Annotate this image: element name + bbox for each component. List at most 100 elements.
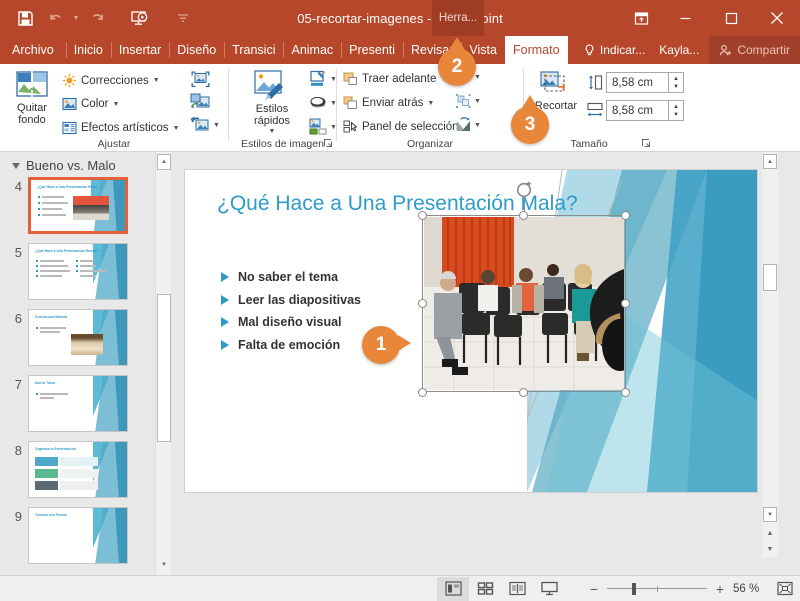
slide-thumbnail-4[interactable]: ¿Qué Hace a Una Presentación Mala? <box>28 177 128 234</box>
shape-height-field[interactable]: 8,58 cm ▲ ▼ <box>584 72 684 93</box>
vista-de-lectura-button[interactable] <box>501 577 533 601</box>
tab-formato[interactable]: Formato <box>504 36 568 64</box>
resize-handle-n[interactable] <box>519 211 528 220</box>
account-name[interactable]: Kayla... <box>659 43 709 57</box>
tamano-dialog-launcher[interactable] <box>641 138 652 149</box>
traer-adelante-button[interactable]: Traer adelante ▼ <box>343 72 447 86</box>
scroll-up-icon[interactable]: ▲ <box>763 154 777 169</box>
tab-diseno[interactable]: Diseño <box>169 36 224 64</box>
zoom-level-label[interactable]: 56 % <box>733 583 767 595</box>
chevron-down-icon[interactable]: ▼ <box>269 128 276 135</box>
scrollbar-thumb[interactable] <box>157 294 171 442</box>
rotate-handle-icon[interactable] <box>515 180 533 198</box>
presentacion-con-diapositivas-button[interactable] <box>533 577 565 601</box>
slide-thumbnail-6[interactable]: Cuenta una Historia <box>28 309 128 366</box>
chevron-down-icon[interactable] <box>12 162 20 169</box>
estilos-rapidos-button[interactable]: Estilos rápidos ▼ <box>241 69 303 135</box>
resize-handle-ne[interactable] <box>621 211 630 220</box>
girar-button[interactable]: ▼ <box>455 117 481 133</box>
estilos-de-imagen-dialog-launcher[interactable] <box>323 138 334 149</box>
list-item[interactable]: 6 Cuenta una Historia <box>6 309 154 366</box>
contextual-tab-label[interactable]: Herra... <box>432 0 484 36</box>
quitar-fondo-button[interactable]: Quitar fondo <box>6 70 58 127</box>
shape-height-spinner[interactable]: ▲ ▼ <box>669 72 684 93</box>
list-item[interactable]: 7 Haz tu Tarea <box>6 375 154 432</box>
scroll-up-icon[interactable]: ▲ <box>157 154 171 170</box>
resize-handle-s[interactable] <box>519 388 528 397</box>
tab-presentacion[interactable]: Presenti <box>341 36 403 64</box>
close-button[interactable] <box>754 0 800 36</box>
shape-width-spinner[interactable]: ▲ ▼ <box>669 100 684 121</box>
resize-handle-nw[interactable] <box>418 211 427 220</box>
tab-archivo[interactable]: Archivo <box>0 36 66 64</box>
resize-handle-se[interactable] <box>621 388 630 397</box>
chevron-down-icon[interactable]: ▼ <box>112 101 119 108</box>
save-icon[interactable] <box>10 3 40 33</box>
shape-height-value[interactable]: 8,58 cm <box>606 72 669 93</box>
minimize-button[interactable] <box>662 0 708 36</box>
list-item[interactable]: 5 ¿Qué Hace a Una Presentación Buena? <box>6 243 154 300</box>
slide-thumbnail-9[interactable]: Termina con Fuerza <box>28 507 128 564</box>
current-slide[interactable]: ¿Qué Hace a Una Presentación Mala? No sa… <box>185 170 757 492</box>
cambiar-imagen-button[interactable] <box>190 93 211 112</box>
comprimir-imagen-button[interactable] <box>190 70 211 89</box>
customize-qat-icon[interactable] <box>168 3 198 33</box>
slide-thumbnail-8[interactable]: Organiza tu Presentación <box>28 441 128 498</box>
previous-slide-icon[interactable]: ▲ <box>763 526 777 540</box>
list-item[interactable]: 8 Organiza tu Presentación <box>6 441 154 498</box>
correcciones-button[interactable]: Correcciones ▼ <box>62 73 160 88</box>
contorno-de-imagen-button[interactable]: ▼ <box>309 70 337 88</box>
color-button[interactable]: Color ▼ <box>62 97 119 111</box>
chevron-down-icon[interactable]: ▼ <box>474 122 481 129</box>
chevron-down-icon[interactable]: ▼ <box>474 98 481 105</box>
thumbnail-scrollbar[interactable]: ▲ ▼ <box>155 152 171 575</box>
enviar-atras-button[interactable]: Enviar atrás ▼ <box>343 96 434 110</box>
tell-me-box[interactable]: Indicar... <box>584 43 659 57</box>
chevron-down-icon[interactable]: ▼ <box>173 125 180 132</box>
next-slide-icon[interactable]: ▼ <box>763 542 777 556</box>
undo-dropdown-caret[interactable]: ▼ <box>70 3 82 33</box>
start-slideshow-icon[interactable] <box>124 3 154 33</box>
shape-width-field[interactable]: 8,58 cm ▲ ▼ <box>584 100 684 121</box>
chevron-down-icon[interactable]: ▼ <box>153 77 160 84</box>
spinner-down-icon[interactable]: ▼ <box>673 112 679 118</box>
list-item[interactable]: 4 ¿Qué Hace a Una Presentación Mala? <box>6 177 154 234</box>
chevron-down-icon[interactable]: ▼ <box>474 74 481 81</box>
scroll-down-icon[interactable]: ▼ <box>157 557 171 573</box>
redo-icon[interactable] <box>82 3 112 33</box>
canvas-scrollbar[interactable]: ▲ ▼ ▲ ▼ <box>762 152 778 557</box>
list-item[interactable]: 9 Termina con Fuerza <box>6 507 154 564</box>
agrupar-button[interactable]: ▼ <box>455 93 481 109</box>
spinner-up-icon[interactable]: ▲ <box>673 104 679 110</box>
slide-thumbnail-7[interactable]: Haz tu Tarea <box>28 375 128 432</box>
panel-de-seleccion-button[interactable]: Panel de selección <box>343 120 459 134</box>
scroll-down-icon[interactable]: ▼ <box>763 507 777 522</box>
chevron-down-icon[interactable]: ▼ <box>427 100 434 107</box>
resize-handle-e[interactable] <box>621 299 630 308</box>
ribbon-display-options-icon[interactable] <box>620 0 662 36</box>
scrollbar-thumb[interactable] <box>763 264 777 291</box>
efectos-artisticos-button[interactable]: Efectos artísticos ▼ <box>62 121 180 135</box>
efectos-de-imagen-button[interactable]: ▼ <box>309 94 337 112</box>
zoom-slider[interactable] <box>607 582 707 595</box>
clasificador-de-diapositivas-button[interactable] <box>469 577 501 601</box>
tab-insertar[interactable]: Insertar <box>110 36 169 64</box>
share-button[interactable]: Compartir <box>709 36 800 64</box>
tab-inicio[interactable]: Inicio <box>65 36 111 64</box>
tab-animaciones[interactable]: Animac <box>283 36 341 64</box>
zoom-in-button[interactable]: + <box>714 582 726 596</box>
zoom-out-button[interactable]: − <box>588 582 600 596</box>
zoom-slider-handle[interactable] <box>632 582 636 595</box>
vista-normal-button[interactable] <box>437 576 469 601</box>
undo-icon[interactable] <box>40 3 70 33</box>
shape-width-value[interactable]: 8,58 cm <box>606 100 669 121</box>
diseno-de-imagen-button[interactable]: ▼ <box>309 118 337 136</box>
maximize-button[interactable] <box>708 0 754 36</box>
resize-handle-sw[interactable] <box>418 388 427 397</box>
restablecer-imagen-button[interactable]: ▼ <box>190 116 220 135</box>
resize-handle-w[interactable] <box>418 299 427 308</box>
fit-to-window-button[interactable] <box>774 579 796 599</box>
chevron-down-icon[interactable]: ▼ <box>213 122 220 129</box>
slide-bullet-list[interactable]: No saber el tema Leer las diapositivas M… <box>221 270 361 360</box>
tab-transiciones[interactable]: Transici <box>224 36 283 64</box>
